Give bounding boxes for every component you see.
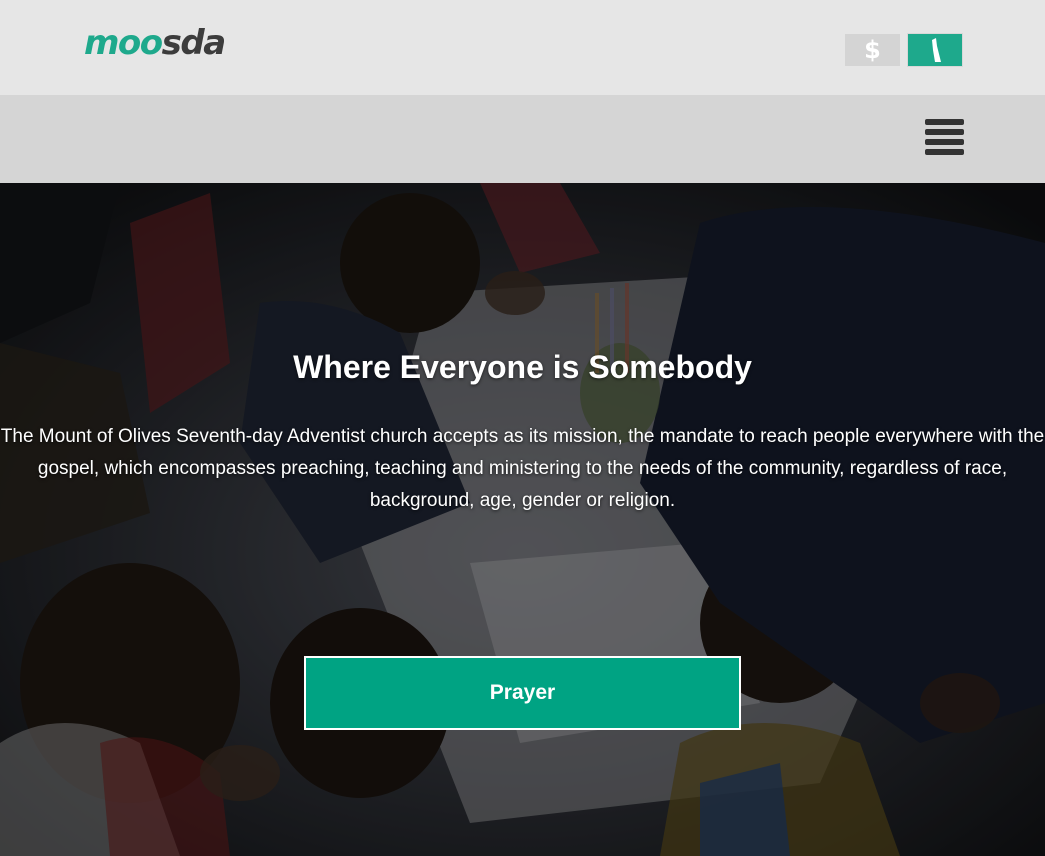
menu-line [925,119,964,125]
hero-title: Where Everyone is Somebody [293,349,752,385]
logo-text-sda: sda [161,23,227,63]
dollar-icon: $ [864,36,881,64]
church-icon [932,38,941,62]
nav-bar [0,95,1045,183]
prayer-button[interactable]: Prayer [304,656,741,730]
top-bar: moosda $ [0,0,1045,95]
donate-button[interactable]: $ [845,34,900,66]
hero-overlay [0,183,1045,856]
hero-section: Where Everyone is Somebody The Mount of … [0,183,1045,856]
logo-text-moo: moo [84,23,163,63]
menu-line [925,139,964,145]
site-logo[interactable]: moosda [84,23,227,63]
hamburger-menu-icon[interactable] [925,119,965,157]
menu-line [925,149,964,155]
hero-description: The Mount of Olives Seventh-day Adventis… [0,426,1045,511]
menu-line [925,129,964,135]
church-button[interactable] [907,33,963,67]
